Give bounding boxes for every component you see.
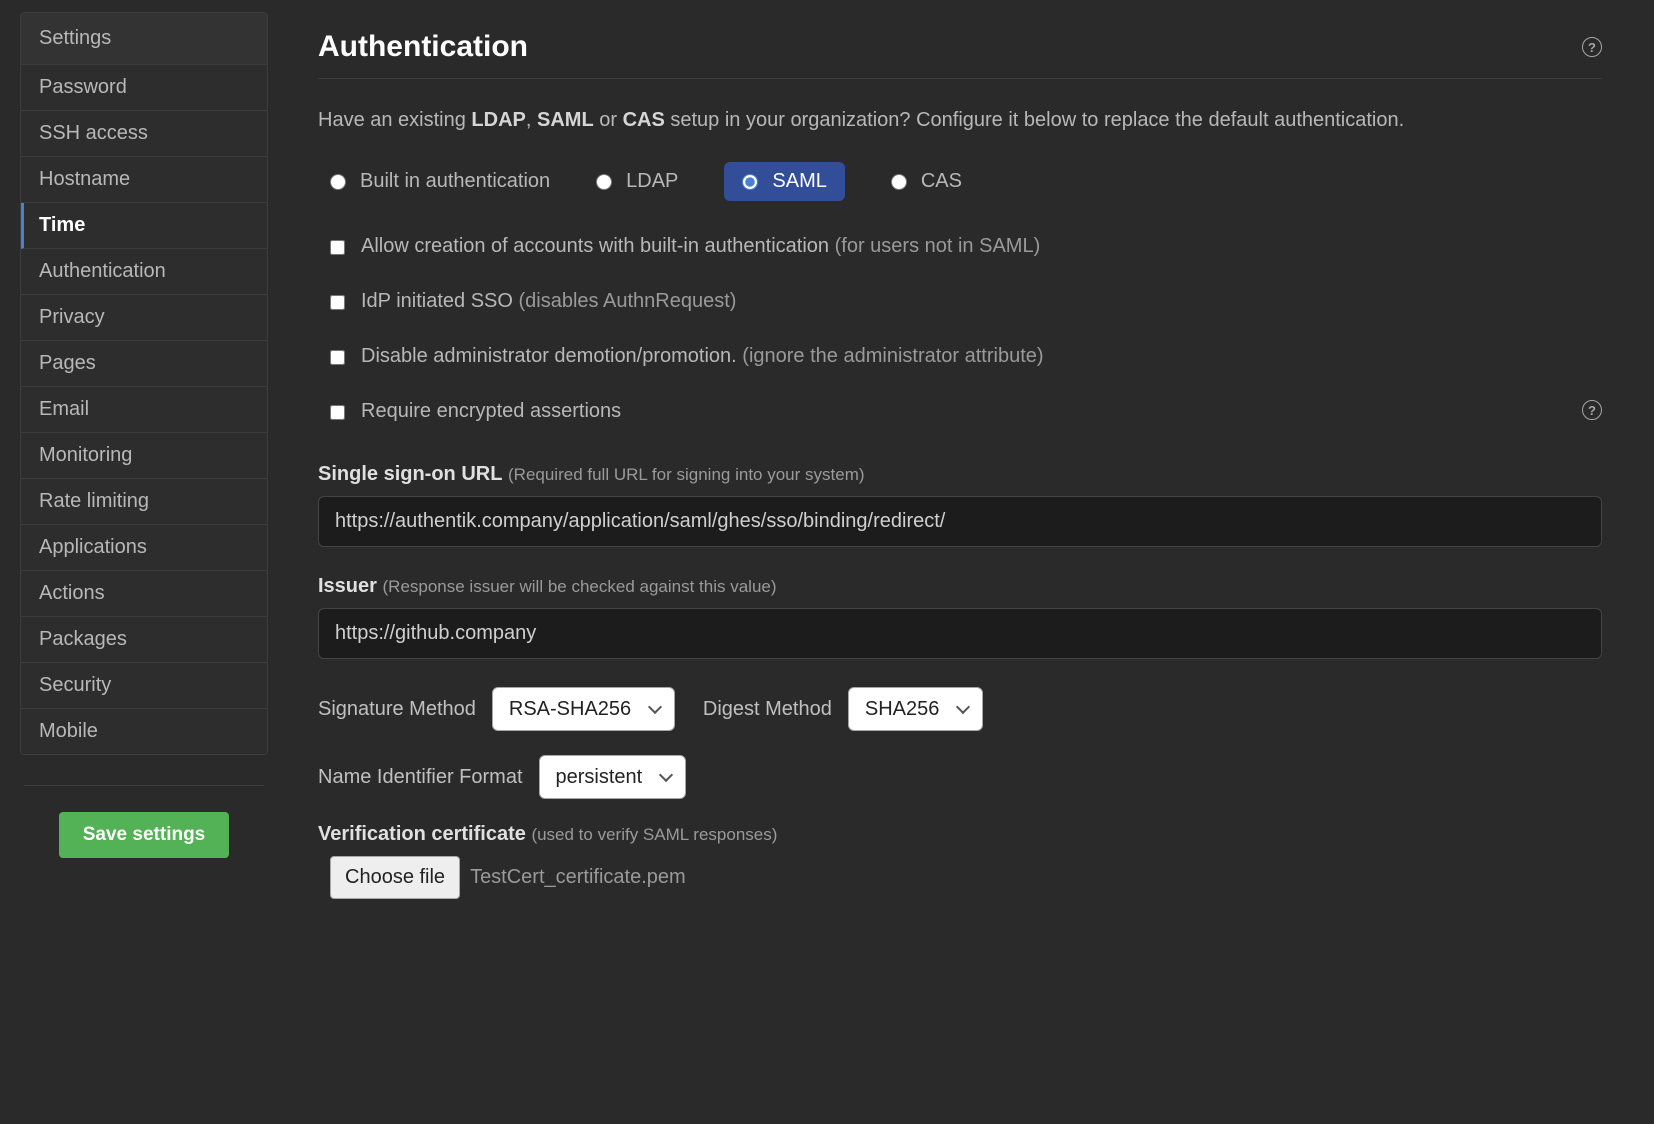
intro-cas: CAS	[623, 109, 665, 131]
sidebar-item-packages[interactable]: Packages	[21, 617, 267, 663]
sidebar-divider	[24, 785, 264, 786]
sidebar-item-rate-limiting[interactable]: Rate limiting	[21, 479, 267, 525]
idp-sso-hint: (disables AuthnRequest)	[519, 290, 737, 312]
auth-type-cas[interactable]: CAS	[891, 170, 962, 193]
sidebar-item-hostname[interactable]: Hostname	[21, 157, 267, 203]
sso-url-hint: (Required full URL for signing into your…	[508, 465, 865, 484]
digest-method-group: Digest Method SHA256	[703, 687, 983, 731]
auth-type-saml-label: SAML	[772, 170, 826, 193]
sidebar-item-time[interactable]: Time	[21, 203, 267, 249]
sidebar-item-privacy[interactable]: Privacy	[21, 295, 267, 341]
allow-creation-row[interactable]: Allow creation of accounts with built-in…	[318, 235, 1602, 258]
nameid-group: Name Identifier Format persistent	[318, 755, 686, 799]
allow-creation-checkbox[interactable]	[330, 240, 345, 255]
intro-text: Have an existing LDAP, SAML or CAS setup…	[318, 105, 1602, 136]
auth-type-ldap[interactable]: LDAP	[596, 170, 678, 193]
intro-ldap: LDAP	[471, 109, 525, 131]
sidebar-item-pages[interactable]: Pages	[21, 341, 267, 387]
auth-type-saml-radio[interactable]	[742, 174, 758, 190]
auth-type-saml[interactable]: SAML	[724, 162, 844, 201]
page-header: Authentication ?	[318, 30, 1602, 79]
page-title: Authentication	[318, 30, 528, 64]
issuer-input[interactable]	[318, 608, 1602, 659]
digest-method-label: Digest Method	[703, 698, 832, 721]
disable-admin-row[interactable]: Disable administrator demotion/promotion…	[318, 345, 1602, 368]
auth-type-builtin[interactable]: Built in authentication	[330, 170, 550, 193]
digest-method-select[interactable]: SHA256	[848, 687, 983, 731]
method-selects-row: Signature Method RSA-SHA256 Digest Metho…	[318, 687, 1602, 731]
intro-or: or	[594, 109, 623, 131]
auth-type-cas-radio[interactable]	[891, 174, 907, 190]
sidebar-item-actions[interactable]: Actions	[21, 571, 267, 617]
sidebar-item-mobile[interactable]: Mobile	[21, 709, 267, 754]
sidebar: Settings Password SSH access Hostname Ti…	[0, 0, 288, 1124]
nameid-label: Name Identifier Format	[318, 766, 523, 789]
sidebar-item-applications[interactable]: Applications	[21, 525, 267, 571]
intro-part1: Have an existing	[318, 109, 471, 131]
intro-comma: ,	[526, 109, 537, 131]
issuer-label: Issuer	[318, 575, 377, 597]
choose-file-button[interactable]: Choose file	[330, 856, 460, 899]
file-chooser-row: Choose file TestCert_certificate.pem	[318, 856, 1602, 899]
sso-url-input[interactable]	[318, 496, 1602, 547]
verification-cert-hint: (used to verify SAML responses)	[531, 825, 777, 844]
sso-url-label: Single sign-on URL	[318, 463, 502, 485]
nameid-row: Name Identifier Format persistent	[318, 755, 1602, 799]
signature-method-group: Signature Method RSA-SHA256	[318, 687, 675, 731]
intro-part2: setup in your organization? Configure it…	[665, 109, 1404, 131]
sidebar-item-password[interactable]: Password	[21, 65, 267, 111]
sidebar-item-email[interactable]: Email	[21, 387, 267, 433]
allow-creation-label: Allow creation of accounts with built-in…	[361, 235, 829, 257]
nameid-select[interactable]: persistent	[539, 755, 686, 799]
auth-type-builtin-radio[interactable]	[330, 174, 346, 190]
chosen-file-name: TestCert_certificate.pem	[470, 866, 686, 889]
issuer-hint: (Response issuer will be checked against…	[383, 577, 777, 596]
verification-cert-label: Verification certificate	[318, 823, 526, 845]
main-content: Authentication ? Have an existing LDAP, …	[288, 0, 1654, 1124]
auth-type-ldap-radio[interactable]	[596, 174, 612, 190]
sso-url-section: Single sign-on URL (Required full URL fo…	[318, 463, 1602, 547]
allow-creation-hint: (for users not in SAML)	[835, 235, 1041, 257]
require-encrypted-label: Require encrypted assertions	[361, 400, 621, 423]
idp-sso-checkbox[interactable]	[330, 295, 345, 310]
sidebar-nav: Settings Password SSH access Hostname Ti…	[20, 12, 268, 755]
signature-method-select[interactable]: RSA-SHA256	[492, 687, 675, 731]
auth-type-builtin-label: Built in authentication	[360, 170, 550, 193]
idp-sso-row[interactable]: IdP initiated SSO (disables AuthnRequest…	[318, 290, 1602, 313]
disable-admin-label: Disable administrator demotion/promotion…	[361, 345, 737, 367]
require-encrypted-row[interactable]: Require encrypted assertions	[318, 400, 1582, 423]
help-icon[interactable]: ?	[1582, 37, 1602, 57]
idp-sso-label: IdP initiated SSO	[361, 290, 513, 312]
disable-admin-hint: (ignore the administrator attribute)	[742, 345, 1043, 367]
sidebar-item-security[interactable]: Security	[21, 663, 267, 709]
disable-admin-checkbox[interactable]	[330, 350, 345, 365]
save-settings-button[interactable]: Save settings	[59, 812, 230, 858]
sidebar-item-authentication[interactable]: Authentication	[21, 249, 267, 295]
require-encrypted-help-icon[interactable]: ?	[1582, 400, 1602, 420]
intro-saml: SAML	[537, 109, 594, 131]
sidebar-header: Settings	[21, 13, 267, 65]
issuer-section: Issuer (Response issuer will be checked …	[318, 575, 1602, 659]
sidebar-item-ssh-access[interactable]: SSH access	[21, 111, 267, 157]
auth-type-ldap-label: LDAP	[626, 170, 678, 193]
verification-cert-section: Verification certificate (used to verify…	[318, 823, 1602, 899]
auth-type-radios: Built in authentication LDAP SAML CAS	[318, 162, 1602, 201]
signature-method-label: Signature Method	[318, 698, 476, 721]
require-encrypted-checkbox[interactable]	[330, 405, 345, 420]
sidebar-item-monitoring[interactable]: Monitoring	[21, 433, 267, 479]
auth-type-cas-label: CAS	[921, 170, 962, 193]
